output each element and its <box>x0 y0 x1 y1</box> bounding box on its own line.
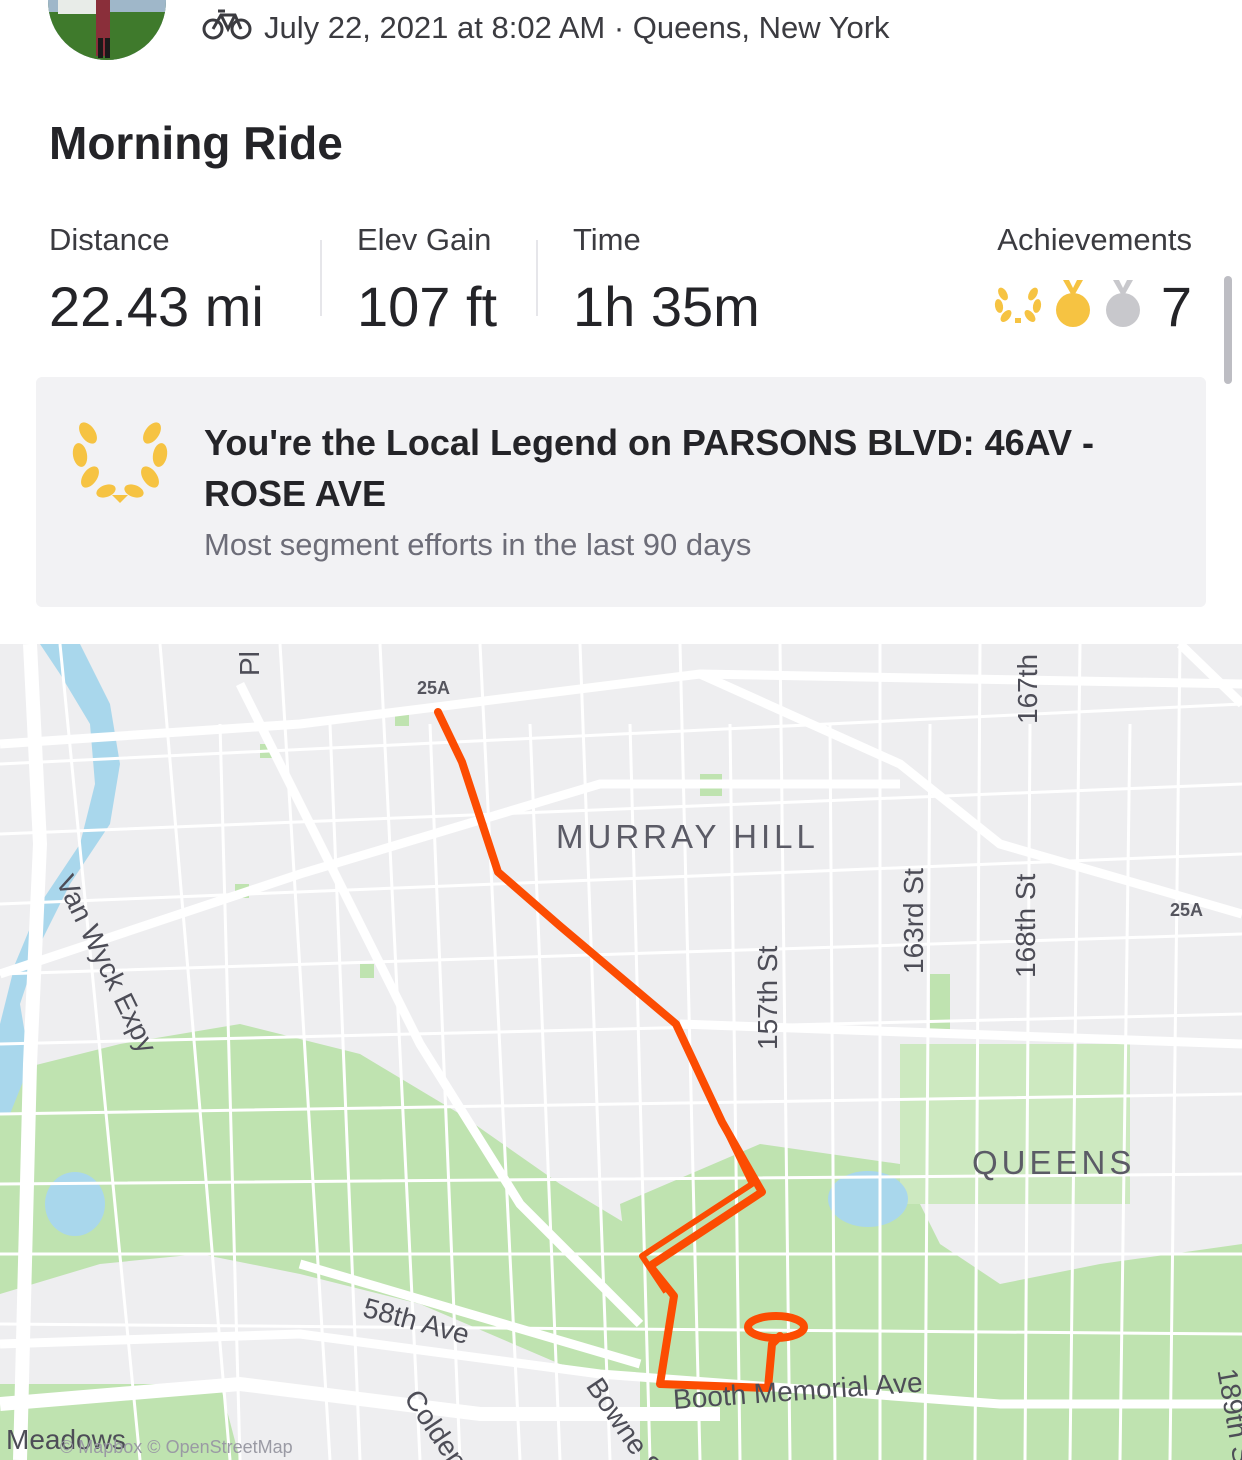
athlete-avatar[interactable] <box>48 0 166 60</box>
map-canvas <box>0 644 1242 1460</box>
stat-distance: Distance 22.43 mi <box>49 222 264 339</box>
silver-medal-icon <box>1103 279 1143 333</box>
achievements-count: 7 <box>1160 274 1192 338</box>
map-attribution[interactable]: © Mapbox © OpenStreetMap <box>60 1437 293 1458</box>
achievements-summary[interactable]: Achievements 7 <box>993 222 1192 338</box>
achievements-icons: 7 <box>993 274 1192 338</box>
highway-shield-25a: 25A <box>1170 900 1204 920</box>
gold-medal-icon <box>1053 279 1093 333</box>
stat-divider <box>320 240 322 316</box>
map-label-163rd-st: 163rd St <box>898 868 929 974</box>
local-legend-subtitle: Most segment efforts in the last 90 days <box>204 527 752 562</box>
map-label-queens: QUEENS <box>972 1144 1136 1181</box>
stat-label: Distance <box>49 222 170 257</box>
highway-shield-25a: 25A <box>417 678 451 698</box>
stat-time: Time 1h 35m <box>573 222 760 339</box>
stat-elev-gain: Elev Gain 107 ft <box>357 222 497 339</box>
local-legend-wreath-icon <box>993 284 1043 329</box>
map-label-pl: Pl <box>234 651 265 676</box>
stat-label: Time <box>573 222 641 257</box>
map-label-167th: 167th <box>1012 653 1043 724</box>
local-legend-title: You're the Local Legend on PARSONS BLVD:… <box>204 422 1094 514</box>
bike-icon <box>202 7 252 49</box>
activity-date-location: July 22, 2021 at 8:02 AM · Queens, New Y… <box>264 10 890 45</box>
map-label-murray-hill: MURRAY HILL <box>556 818 819 855</box>
stat-value: 107 ft <box>357 275 498 338</box>
local-legend-card[interactable]: You're the Local Legend on PARSONS BLVD:… <box>36 377 1206 607</box>
scrollbar[interactable] <box>1224 276 1232 384</box>
activity-meta: July 22, 2021 at 8:02 AM · Queens, New Y… <box>202 8 890 48</box>
stat-divider <box>536 240 538 316</box>
map-label-168th-st: 168th St <box>1010 873 1041 978</box>
stat-value: 1h 35m <box>573 275 760 338</box>
route-map[interactable]: 25A 25A MURRAY HILL QUEENS Van Wyck Expy… <box>0 644 1242 1460</box>
stat-label: Elev Gain <box>357 222 492 257</box>
stat-value: 22.43 mi <box>49 275 264 338</box>
map-label-157th-st: 157th St <box>752 945 783 1050</box>
local-legend-wreath-icon <box>70 419 170 508</box>
activity-title: Morning Ride <box>49 117 343 169</box>
achievements-label: Achievements <box>997 222 1192 257</box>
